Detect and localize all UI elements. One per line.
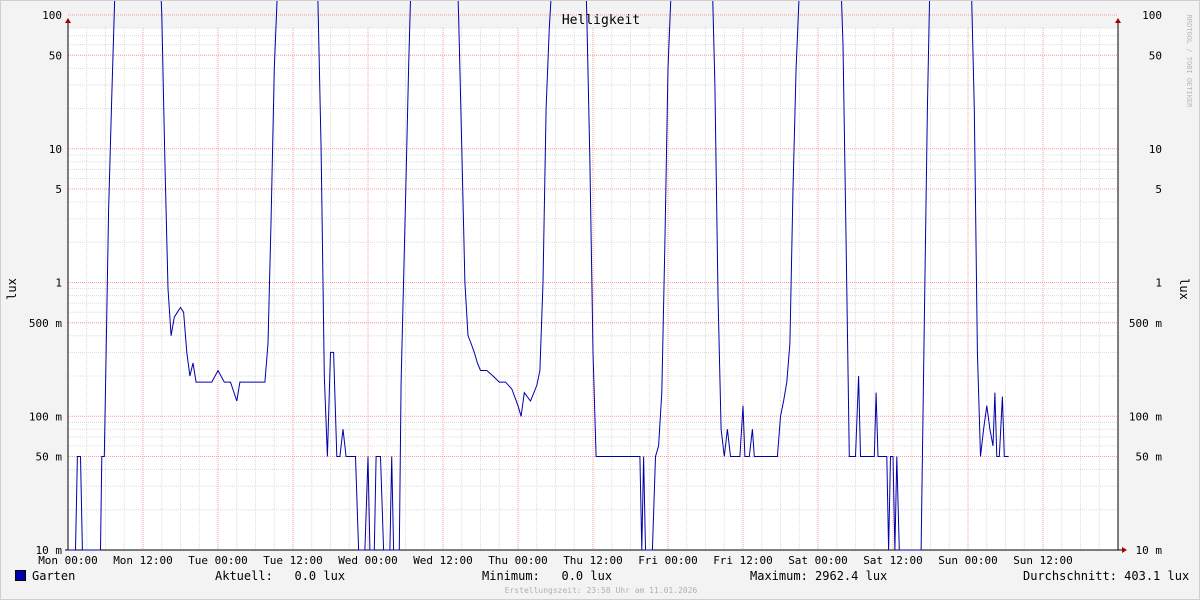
y-tick-label-right: 10: [1149, 143, 1162, 156]
y-tick-label-left: 50: [49, 49, 62, 62]
x-tick-label: Fri 00:00: [638, 554, 698, 566]
x-tick-label: Fri 12:00: [713, 554, 773, 566]
x-axis-arrow: [1122, 547, 1127, 553]
y-axis-arrow-right: [1115, 18, 1121, 23]
y-axis-arrow-left: [65, 18, 71, 23]
legend-swatch: [15, 570, 26, 581]
x-tick-label: Tue 12:00: [263, 554, 323, 566]
legend-current-value: 0.0 lux: [294, 569, 346, 583]
graph-frame: 10 m50 m100 m500 m1510501005001 k5 k10 k…: [0, 0, 1200, 600]
brightness-chart: 10 m50 m100 m500 m1510501005001 k5 k10 k…: [5, 0, 1193, 567]
legend-avg-value: 403.1 lux: [1124, 569, 1190, 583]
legend-max-label: Maximum:: [750, 569, 808, 583]
y-tick-label-right: 10 m: [1136, 544, 1163, 557]
x-tick-label: Sun 12:00: [1013, 554, 1073, 566]
legend-max-value: 2962.4 lux: [815, 569, 888, 583]
legend-min-value: 0.0 lux: [561, 569, 613, 583]
y-tick-label-right: 5: [1155, 183, 1162, 196]
x-tick-labels: Mon 00:00 Mon 12:00 Tue 00:00 Tue 12:00 Wed …: [38, 554, 1073, 567]
legend-average: Durchschnitt: 403.1 lux: [1023, 569, 1189, 583]
footer-timestamp: Erstellungszeit: 23:58 Uhr am 11.01.2026: [504, 586, 698, 595]
legend-series: Garten: [15, 569, 75, 583]
y-tick-label-left: 500 m: [29, 317, 62, 330]
legend-avg-label: Durchschnitt:: [1023, 569, 1117, 583]
y-tick-labels-right: 10 m50 m100 m500 m1510501005001 k5 k10 k…: [1129, 9, 1163, 557]
x-tick-label: Mon 00:00: [38, 554, 98, 566]
y-tick-label-left: 100: [42, 9, 62, 22]
y-tick-label-right: 50: [1149, 49, 1162, 62]
legend-maximum: Maximum: 2962.4 lux: [750, 569, 887, 583]
y-tick-label-right: 50 m: [1136, 451, 1163, 464]
legend-current-label: Aktuell:: [215, 569, 273, 583]
y-tick-label-left: 100 m: [29, 410, 62, 423]
y-tick-label-right: 100: [1142, 9, 1162, 22]
x-tick-label: Thu 12:00: [563, 554, 623, 566]
x-tick-label: Sun 00:00: [938, 554, 998, 566]
x-tick-label: Sat 12:00: [863, 554, 923, 566]
x-tick-label: Sat 00:00: [788, 554, 848, 566]
y-tick-label-left: 5: [55, 183, 62, 196]
x-tick-label: Tue 00:00: [188, 554, 248, 566]
rrdtool-watermark: RRDTOOL / TOBI OETIKER: [1185, 15, 1193, 109]
y-tick-label-right: 100 m: [1129, 410, 1162, 423]
y-axis-label-left: lux: [5, 278, 19, 300]
y-tick-label-right: 1: [1155, 277, 1162, 290]
y-axis-label-right: lux: [1177, 278, 1191, 300]
legend-minimum: Minimum: 0.0 lux: [482, 569, 612, 583]
chart-title: Helligkeit: [562, 13, 640, 28]
y-tick-labels-left: 10 m50 m100 m500 m1510501005001 k5 k10 k…: [29, 9, 63, 557]
y-tick-label-left: 50 m: [36, 451, 63, 464]
legend-series-name: Garten: [32, 569, 76, 583]
x-tick-label: Thu 00:00: [488, 554, 548, 566]
legend-current: Aktuell: 0.0 lux: [215, 569, 345, 583]
legend-min-label: Minimum:: [482, 569, 540, 583]
x-tick-label: Wed 12:00: [413, 554, 473, 566]
y-tick-label-right: 500 m: [1129, 317, 1162, 330]
y-tick-label-left: 1: [55, 277, 62, 290]
x-tick-label: Wed 00:00: [338, 554, 398, 566]
y-tick-label-left: 10: [49, 143, 62, 156]
x-tick-label: Mon 12:00: [113, 554, 173, 566]
